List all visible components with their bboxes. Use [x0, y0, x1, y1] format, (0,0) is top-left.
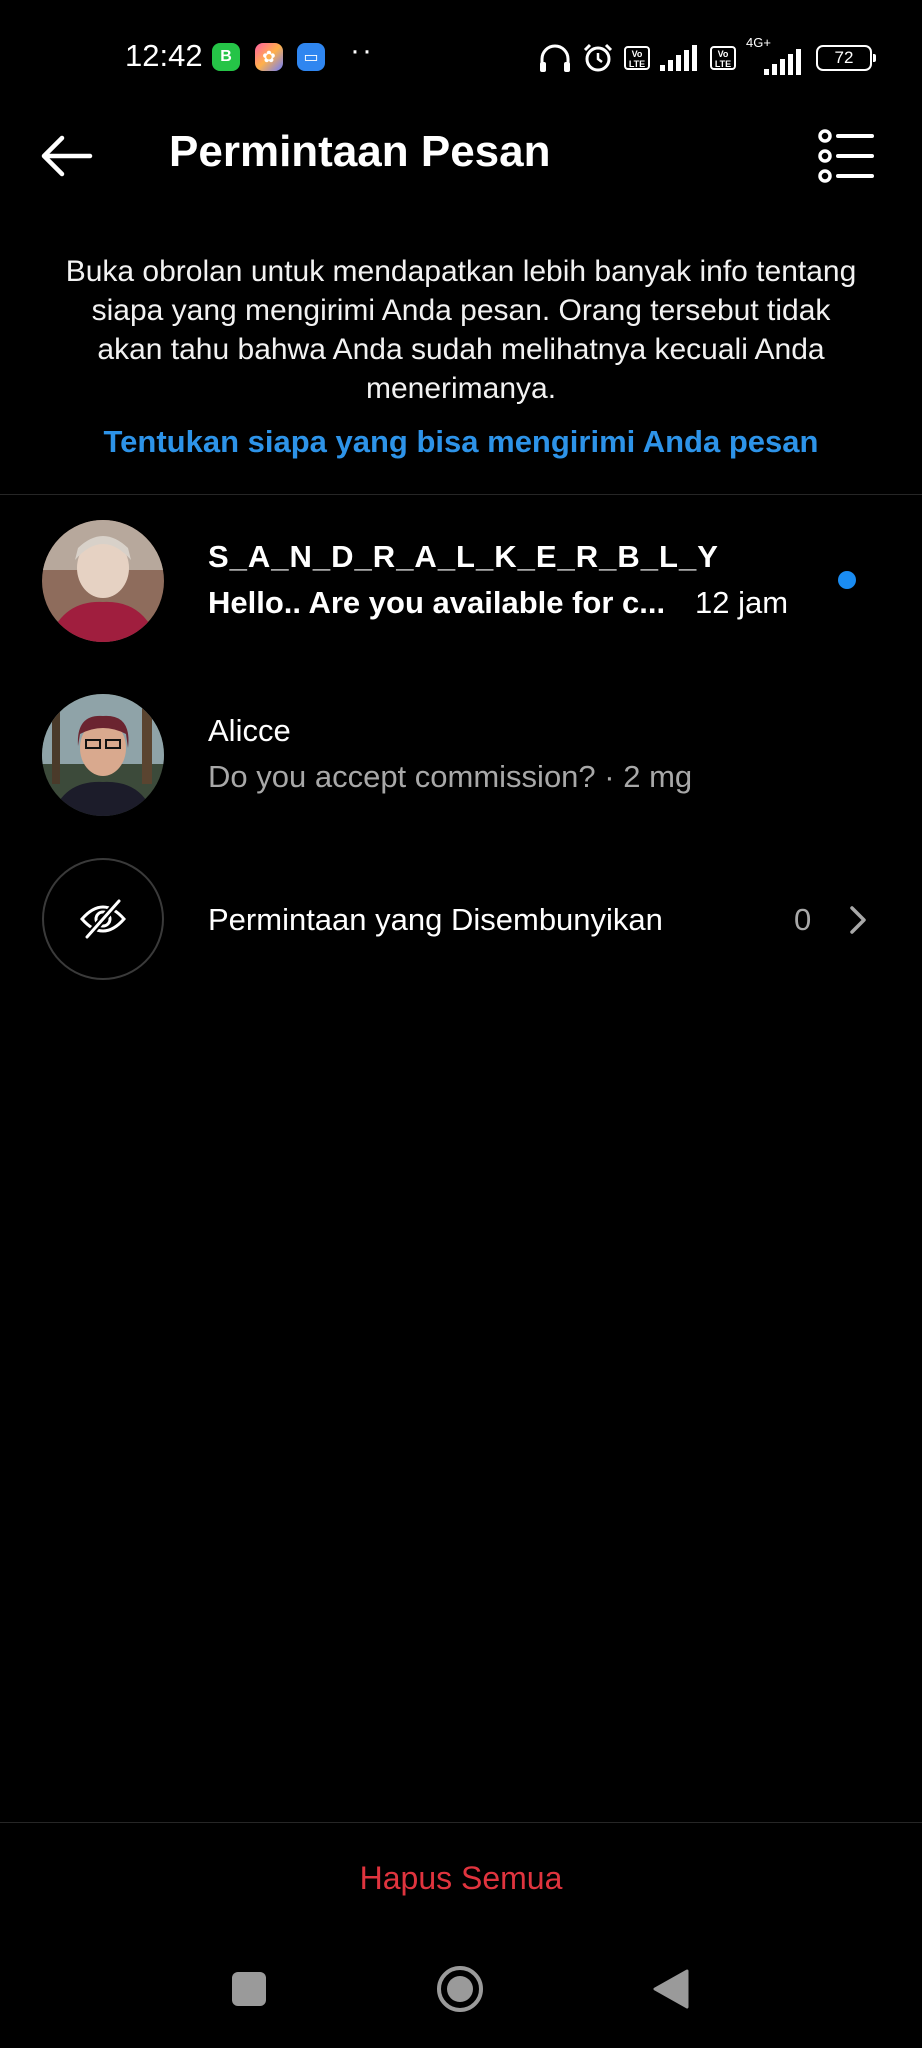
- avatar: [42, 520, 164, 642]
- system-status-icons: Vo LTE Vo LTE 4G+ 72: [538, 35, 876, 76]
- avatar: [42, 694, 164, 816]
- list-item-request-1[interactable]: S_A_N_D_R_A_L_K_E_R_B_L_Y Hello.. Are yo…: [0, 506, 922, 656]
- avatar-photo-icon: [42, 520, 164, 642]
- volte-icon-2: Vo LTE: [710, 46, 736, 70]
- unread-indicator: [838, 571, 856, 589]
- volte-icon: Vo LTE: [624, 46, 650, 70]
- battery-icon: 72: [816, 45, 876, 71]
- eye-off-icon: [80, 899, 126, 939]
- network-type-label: 4G+: [746, 35, 771, 50]
- hidden-requests-count: 0: [794, 902, 812, 937]
- divider: [0, 494, 922, 495]
- page-title: Permintaan Pesan: [169, 127, 551, 176]
- chevron-right-icon: [850, 906, 866, 934]
- system-navigation-bar: [0, 1945, 922, 2035]
- divider: [0, 1822, 922, 1823]
- message-preview: Do you accept commission? · 2 mg: [208, 759, 693, 794]
- sender-name: Alicce: [208, 713, 291, 748]
- delete-all-button[interactable]: Hapus Semua: [0, 1860, 922, 1897]
- more-notifications-icon: ··: [350, 34, 374, 67]
- gallery-app-icon: ✿: [255, 43, 283, 71]
- back-button[interactable]: [36, 128, 96, 184]
- whatsapp-business-icon: B: [212, 43, 240, 71]
- headphones-icon: [540, 44, 570, 72]
- back-arrow-icon: [41, 135, 93, 177]
- back-triangle-icon[interactable]: [651, 1967, 691, 2011]
- alarm-icon: [583, 43, 613, 72]
- signal-icon: [660, 45, 697, 71]
- recents-square-icon[interactable]: [229, 1969, 269, 2009]
- messages-app-icon: ▭: [297, 43, 325, 71]
- home-circle-icon[interactable]: [435, 1964, 485, 2014]
- info-text: Buka obrolan untuk mendapatkan lebih ban…: [65, 255, 857, 405]
- hidden-requests-label: Permintaan yang Disembunyikan: [208, 902, 663, 937]
- message-preview: Hello.. Are you available for c...: [208, 585, 666, 620]
- message-time: 12 jam: [695, 585, 789, 620]
- sender-name: S_A_N_D_R_A_L_K_E_R_B_L_Y: [208, 539, 719, 574]
- hidden-requests-circle: [42, 858, 164, 980]
- message-controls-link[interactable]: Tentukan siapa yang bisa mengirimi Anda …: [60, 424, 862, 460]
- filter-menu-button[interactable]: [818, 128, 874, 184]
- status-bar: 12:42 B ✿ ▭ ·· Vo LTE Vo LTE 4G+ 72: [0, 0, 922, 115]
- avatar-photo-icon: [42, 694, 164, 816]
- signal-4g-group: 4G+: [746, 35, 806, 75]
- hidden-requests-row[interactable]: Permintaan yang Disembunyikan 0: [0, 850, 922, 1000]
- signal-icon-2: [764, 49, 801, 75]
- list-options-icon: [818, 129, 874, 183]
- list-item-request-2[interactable]: Alicce Do you accept commission? · 2 mg: [0, 680, 922, 830]
- status-time: 12:42: [125, 38, 203, 73]
